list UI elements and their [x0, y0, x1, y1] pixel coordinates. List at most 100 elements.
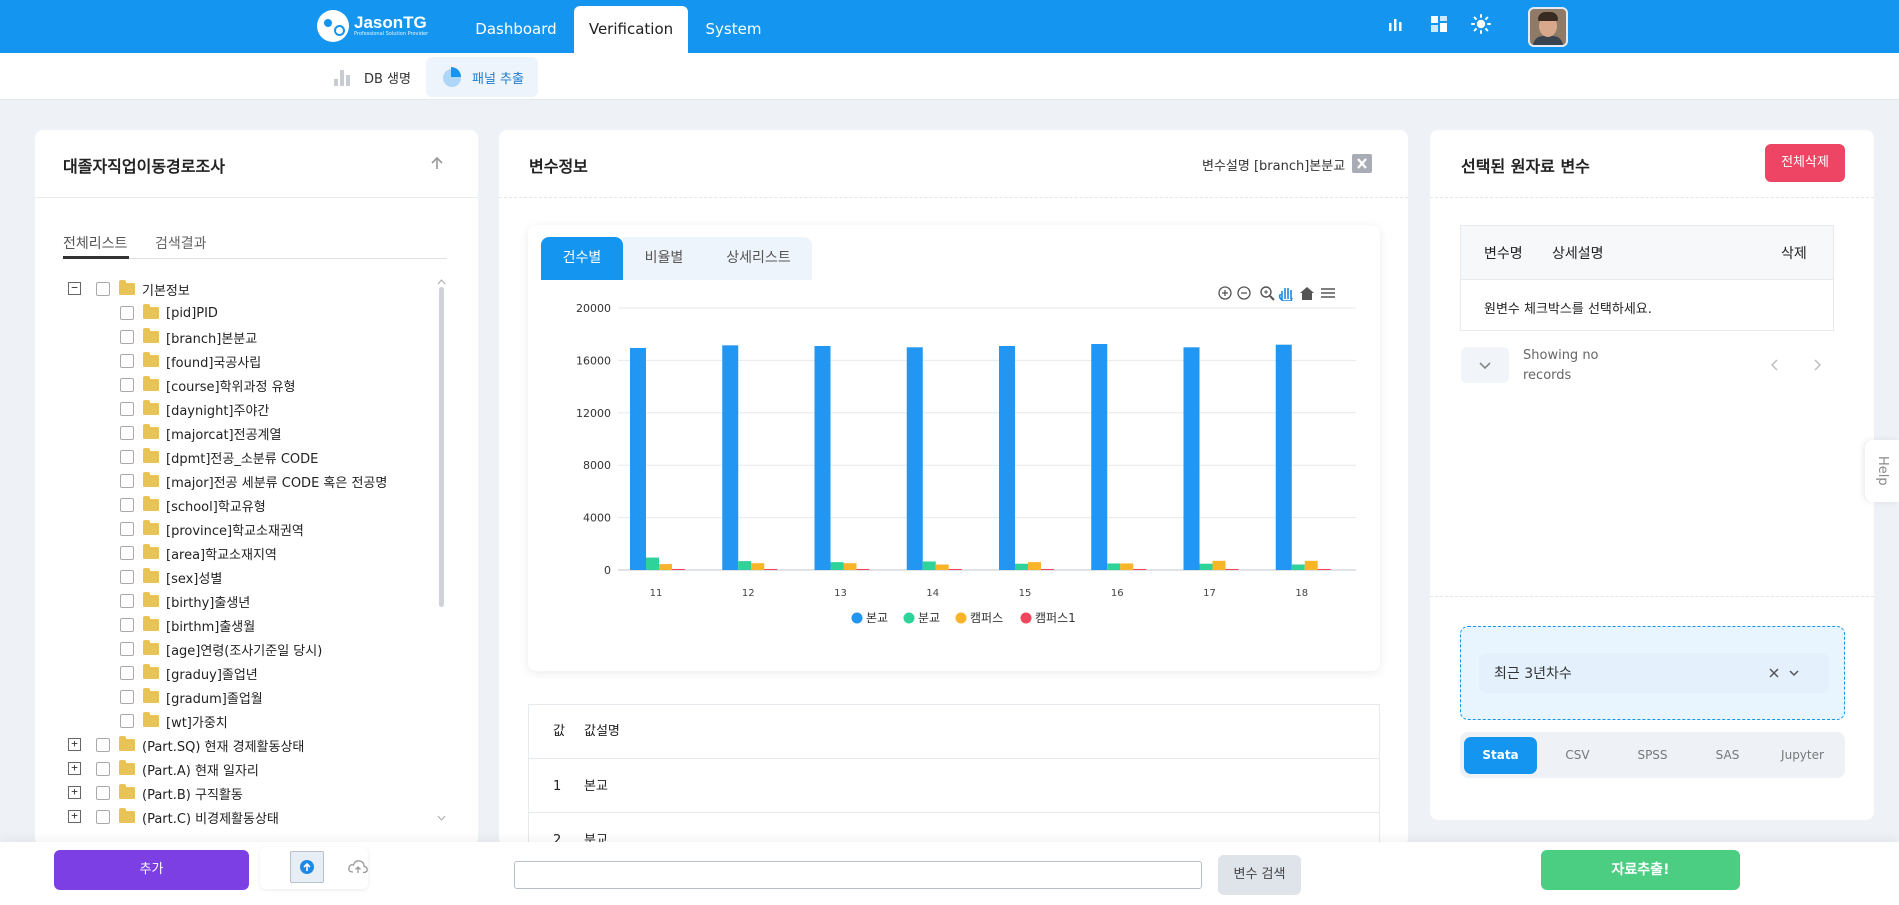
checkbox[interactable] — [120, 594, 134, 608]
tree-item[interactable]: [graduy]졸업년 — [120, 663, 258, 683]
wave-filter-select[interactable]: 최근 3년차수 — [1460, 626, 1845, 720]
checkbox[interactable] — [120, 354, 134, 368]
expand-toggle[interactable]: + — [68, 762, 81, 775]
clear-icon[interactable] — [1768, 667, 1780, 679]
bar-캠퍼스1 — [856, 568, 870, 570]
checkbox[interactable] — [120, 690, 134, 704]
expand-toggle[interactable]: + — [68, 786, 81, 799]
tab-count[interactable]: 건수별 — [541, 237, 623, 280]
checkbox[interactable] — [120, 570, 134, 584]
tree-group[interactable]: (Part.A) 현재 일자리 — [96, 759, 259, 779]
collapse-up-icon[interactable] — [429, 155, 445, 171]
tree-item[interactable]: [daynight]주야간 — [120, 399, 269, 419]
format-stata[interactable]: Stata — [1464, 737, 1537, 774]
tab-underline — [63, 256, 129, 259]
bar-chart-icon[interactable] — [1386, 14, 1406, 34]
sun-icon[interactable] — [1471, 14, 1491, 34]
expand-toggle[interactable]: + — [68, 738, 81, 751]
tree-item[interactable]: [branch]본분교 — [120, 327, 257, 347]
avatar[interactable] — [1528, 7, 1568, 47]
tab-all-list[interactable]: 전체리스트 — [63, 233, 127, 253]
next-page-icon[interactable] — [1812, 358, 1822, 372]
checkbox[interactable] — [120, 306, 134, 320]
tree-item[interactable]: [gradum]졸업월 — [120, 687, 263, 707]
column-label: 값설명 — [584, 724, 620, 739]
close-icon[interactable] — [1352, 154, 1372, 173]
tree-node-basic-info[interactable]: 기본정보 — [96, 279, 190, 299]
tree-item[interactable]: [majorcat]전공계열 — [120, 423, 281, 443]
tree-group[interactable]: (Part.SQ) 현재 경제활동상태 — [96, 735, 304, 755]
format-jupyter[interactable]: Jupyter — [1765, 737, 1840, 774]
collapse-toggle[interactable]: − — [68, 282, 81, 295]
checkbox[interactable] — [120, 546, 134, 560]
tree-item[interactable]: [school]학교유형 — [120, 495, 266, 515]
checkbox[interactable] — [120, 666, 134, 680]
scroll-down-icon[interactable] — [437, 815, 446, 821]
tree-scrollbar[interactable] — [439, 287, 444, 607]
subtab-db-life[interactable]: DB 생명 — [318, 57, 425, 97]
scroll-up-icon[interactable] — [437, 279, 446, 285]
tree-item[interactable]: [birthy]출생년 — [120, 591, 250, 611]
cloud-upload-icon[interactable] — [347, 859, 369, 875]
nav-tab-dashboard[interactable]: Dashboard — [462, 6, 570, 53]
delete-all-button[interactable]: 전체삭제 — [1765, 144, 1845, 182]
checkbox[interactable] — [120, 402, 134, 416]
variable-search-button[interactable]: 변수 검색 — [1218, 855, 1301, 895]
nav-tab-system[interactable]: System — [692, 6, 775, 53]
subtab-panel-extract[interactable]: 패널 추출 — [426, 57, 538, 97]
tab-ratio[interactable]: 비율별 — [623, 237, 705, 280]
expand-toggle[interactable]: + — [68, 810, 81, 823]
checkbox[interactable] — [120, 642, 134, 656]
page-size-dropdown[interactable] — [1461, 347, 1509, 383]
bar-캠퍼스 — [1120, 563, 1134, 570]
checkbox[interactable] — [120, 714, 134, 728]
variable-search-input[interactable] — [514, 861, 1202, 889]
row-value: 2 — [553, 833, 562, 844]
tree-item[interactable]: [age]연령(조사기준일 당시) — [120, 639, 322, 659]
checkbox[interactable] — [96, 738, 110, 752]
format-sas[interactable]: SAS — [1690, 737, 1765, 774]
tree-item[interactable]: [sex]성별 — [120, 567, 222, 587]
tree-item[interactable]: [wt]가중치 — [120, 711, 228, 731]
nav-tab-verification[interactable]: Verification — [574, 6, 688, 53]
format-csv[interactable]: CSV — [1540, 737, 1615, 774]
add-button[interactable]: 추가 — [54, 850, 249, 890]
tree-item[interactable]: [found]국공사립 — [120, 351, 261, 371]
checkbox[interactable] — [120, 426, 134, 440]
empty-message: 원변수 체크박스를 선택하세요. — [1484, 302, 1652, 317]
checkbox[interactable] — [120, 474, 134, 488]
logo[interactable]: JasonTG Professional Solution Provider — [317, 10, 428, 42]
grid-icon[interactable] — [1429, 14, 1449, 34]
tree-group[interactable]: (Part.B) 구직활동 — [96, 783, 243, 803]
checkbox[interactable] — [96, 786, 110, 800]
checkbox[interactable] — [96, 282, 110, 296]
tab-detail-list[interactable]: 상세리스트 — [705, 237, 812, 280]
folder-icon — [143, 640, 159, 655]
checkbox[interactable] — [120, 378, 134, 392]
format-spss[interactable]: SPSS — [1615, 737, 1690, 774]
tree-item[interactable]: [major]전공 세분류 CODE 혹은 전공명 — [120, 471, 387, 491]
tree-item[interactable]: [province]학교소재권역 — [120, 519, 304, 539]
x-tick-label: 16 — [1111, 588, 1124, 599]
checkbox[interactable] — [120, 522, 134, 536]
checkbox[interactable] — [96, 810, 110, 824]
upload-file-icon[interactable] — [290, 851, 324, 883]
tree-item[interactable]: [birthm]출생월 — [120, 615, 255, 635]
checkbox[interactable] — [120, 618, 134, 632]
tree-item[interactable]: [course]학위과정 유형 — [120, 375, 296, 395]
column-value: 값 — [553, 724, 565, 739]
checkbox[interactable] — [96, 762, 110, 776]
help-tab[interactable]: Help — [1865, 440, 1899, 502]
checkbox[interactable] — [120, 498, 134, 512]
bar-chart-icon — [334, 70, 350, 86]
tree-item[interactable]: [area]학교소재지역 — [120, 543, 277, 563]
checkbox[interactable] — [120, 450, 134, 464]
extract-button[interactable]: 자료추출! — [1541, 850, 1740, 890]
prev-page-icon[interactable] — [1770, 358, 1780, 372]
tree-item[interactable]: [pid]PID — [120, 303, 218, 323]
tree-group[interactable]: (Part.C) 비경제활동상태 — [96, 807, 279, 827]
tab-search-results[interactable]: 검색결과 — [155, 233, 207, 253]
checkbox[interactable] — [120, 330, 134, 344]
tree-item[interactable]: [dpmt]전공_소분류 CODE — [120, 447, 318, 467]
chevron-down-icon[interactable] — [1788, 668, 1800, 678]
